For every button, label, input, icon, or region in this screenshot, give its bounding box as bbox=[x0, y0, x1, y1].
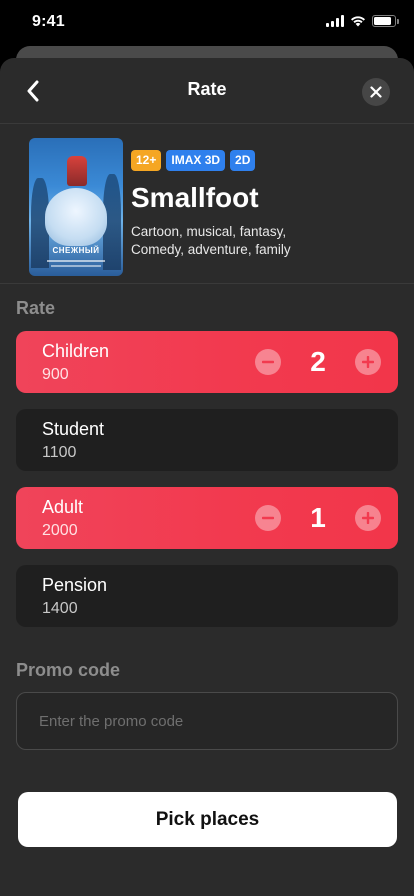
movie-badges: 12+ IMAX 3D 2D bbox=[131, 150, 256, 171]
decrement-button[interactable] bbox=[255, 505, 281, 531]
status-time: 9:41 bbox=[32, 13, 65, 30]
increment-button[interactable] bbox=[355, 349, 381, 375]
rate-name: Student bbox=[42, 419, 105, 439]
rate-section-label: Rate bbox=[16, 298, 56, 318]
pick-places-button[interactable]: Pick places bbox=[18, 792, 397, 847]
plus-icon bbox=[362, 512, 374, 524]
status-bar: 9:41 bbox=[0, 0, 414, 44]
battery-icon bbox=[372, 15, 399, 27]
movie-genres: Cartoon, musical, fantasy, Comedy, adven… bbox=[131, 224, 291, 257]
rate-price: 1400 bbox=[42, 600, 78, 617]
rate-price: 1100 bbox=[42, 444, 77, 461]
rate-row-student[interactable]: Student 1100 bbox=[16, 409, 398, 471]
format-badge-2d: 2D bbox=[230, 150, 256, 171]
rate-name: Adult bbox=[42, 497, 84, 517]
rate-name: Children bbox=[42, 341, 110, 361]
screen: 9:41 Rate СНЕЖНЫЙ 12+ IMAX 3D 2D Smallfo… bbox=[0, 0, 414, 896]
promo-code-input[interactable] bbox=[16, 692, 398, 750]
quantity-value: 1 bbox=[310, 502, 326, 533]
quantity-value: 2 bbox=[310, 346, 326, 377]
format-badge-imax: IMAX 3D bbox=[166, 150, 226, 171]
status-icons bbox=[326, 15, 399, 27]
minus-icon bbox=[262, 360, 274, 364]
promo-code-label: Promo code bbox=[16, 660, 121, 680]
plus-icon bbox=[362, 356, 374, 368]
rate-sheet: Rate СНЕЖНЫЙ 12+ IMAX 3D 2D Smallfoot Ca… bbox=[0, 58, 414, 896]
rate-name: Pension bbox=[42, 575, 108, 595]
poster-title: СНЕЖНЫЙ bbox=[52, 246, 100, 255]
rate-price: 900 bbox=[42, 366, 69, 383]
cellular-signal-icon bbox=[326, 15, 344, 27]
rate-row-adult[interactable]: Adult 2000 1 bbox=[16, 487, 398, 549]
decrement-button[interactable] bbox=[255, 349, 281, 375]
age-rating-badge: 12+ bbox=[131, 150, 162, 171]
rate-price: 2000 bbox=[42, 522, 78, 539]
wifi-icon bbox=[351, 16, 365, 27]
movie-info: СНЕЖНЫЙ 12+ IMAX 3D 2D Smallfoot Cartoon… bbox=[0, 124, 414, 284]
minus-icon bbox=[262, 516, 274, 520]
rate-row-children[interactable]: Children 900 2 bbox=[16, 331, 398, 393]
rate-row-pension[interactable]: Pension 1400 bbox=[16, 565, 398, 627]
quantity-stepper: 1 bbox=[255, 502, 381, 534]
increment-button[interactable] bbox=[355, 505, 381, 531]
quantity-stepper: 2 bbox=[255, 346, 381, 378]
movie-title: Smallfoot bbox=[131, 182, 259, 213]
